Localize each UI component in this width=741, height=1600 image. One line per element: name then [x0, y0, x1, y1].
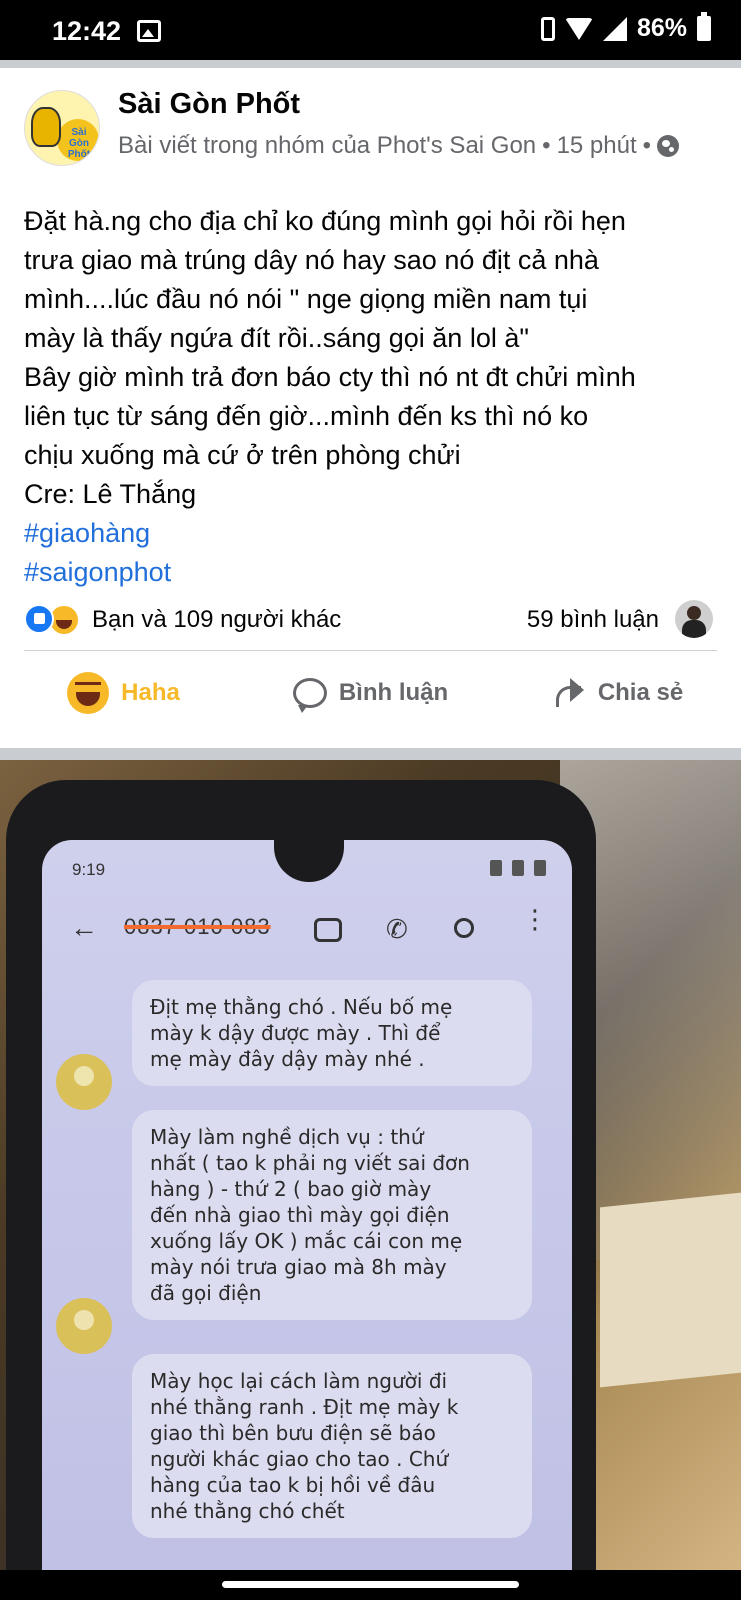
post-photo[interactable]: 9:19 ← 0837 010 083 ✆ ⋮ Địt mẹ thằng chó…	[0, 760, 741, 1570]
share-label: Chia sẻ	[597, 679, 684, 706]
share-icon	[552, 678, 586, 708]
like-reaction-icon	[24, 604, 54, 634]
post-line: Đặt hà.ng cho địa chỉ ko đúng mình gọi h…	[24, 206, 626, 236]
comment-label: Bình luận	[338, 679, 449, 706]
haha-button[interactable]: Haha	[0, 658, 247, 728]
post-line: Bây giờ mình trả đơn báo cty thì nó nt đ…	[24, 362, 636, 392]
message-bubble: Địt mẹ thằng chó . Nếu bố mẹ mày k dậy đ…	[132, 980, 532, 1086]
back-arrow-icon: ←	[70, 912, 98, 943]
phone-call-icon: ✆	[386, 914, 408, 944]
sender-avatar	[56, 1298, 112, 1354]
meta-separator: •	[542, 132, 551, 159]
reactions-summary[interactable]: Bạn và 109 người khác 59 bình luận	[24, 600, 717, 640]
haha-icon	[67, 672, 110, 714]
post-line: chịu xuống mà cứ ở trên phòng chửi	[24, 440, 461, 470]
post-line: mày là thấy ngứa đít rồi..sáng gọi ăn lo…	[24, 323, 529, 353]
hashtag-link[interactable]: #giaohàng	[24, 514, 724, 553]
globe-icon	[657, 135, 680, 157]
comment-button[interactable]: Bình luận	[247, 658, 494, 728]
comment-icon	[292, 678, 327, 713]
page-name[interactable]: Sài Gòn Phốt	[118, 88, 300, 121]
status-time: 12:42	[52, 16, 122, 46]
comment-count[interactable]: 59 bình luận	[527, 606, 659, 634]
sender-number: 0837 010 083	[124, 914, 271, 939]
photographed-phone: 9:19 ← 0837 010 083 ✆ ⋮ Địt mẹ thằng chó…	[6, 780, 596, 1570]
share-button[interactable]: Chia sẻ	[494, 658, 741, 728]
battery-percent: 86%	[636, 14, 687, 42]
signal-icon: x	[602, 0, 627, 41]
message-bubble: Mày làm nghề dịch vụ : thứ nhất ( tao k …	[132, 1110, 532, 1320]
post-card: Sài Gòn Phốt Sài Gòn Phốt Bài viết trong…	[0, 68, 741, 748]
sender-avatar	[56, 1054, 112, 1110]
meta-separator: •	[642, 132, 652, 159]
post-text: Đặt hà.ng cho địa chỉ ko đúng mình gọi h…	[24, 202, 724, 592]
search-icon	[454, 918, 474, 938]
gallery-icon	[137, 20, 161, 42]
battery-icon	[697, 12, 711, 41]
haha-label: Haha	[121, 679, 180, 706]
status-right: x 86%	[540, 0, 711, 43]
post-line: liên tục từ sáng đến giờ...mình đến ks t…	[24, 401, 589, 431]
divider	[24, 650, 717, 651]
system-nav-bar	[0, 1570, 741, 1600]
inner-status-time: 9:19	[72, 860, 106, 879]
post-line: trưa giao mà trúng dây nó hay sao nó địt…	[24, 245, 599, 275]
post-line: mình....lúc đầu nó nói " nge giọng miền …	[24, 284, 588, 314]
home-gesture-handle[interactable]	[222, 1581, 519, 1588]
phone-screen: 9:19 ← 0837 010 083 ✆ ⋮ Địt mẹ thằng chó…	[42, 840, 572, 1570]
hashtag-link[interactable]: #saigonphot	[24, 553, 724, 592]
photo-separator	[0, 748, 741, 760]
reaction-count[interactable]: Bạn và 109 người khác	[92, 606, 341, 634]
message-bubble: Mày học lại cách làm người đi nhé thằng …	[132, 1354, 532, 1538]
video-call-icon	[314, 918, 342, 942]
group-subtitle[interactable]: Bài viết trong nhóm của Phot's Sai Gon	[118, 132, 536, 160]
commenter-avatar[interactable]	[675, 600, 713, 638]
more-icon: ⋮	[522, 904, 548, 934]
feed-separator	[0, 60, 741, 68]
post-meta: Bài viết trong nhóm của Phot's Sai Gon •…	[118, 132, 680, 160]
phone-icon	[540, 16, 555, 41]
post-line: Cre: Lê Thắng	[24, 479, 197, 509]
page-avatar[interactable]: Sài Gòn Phốt	[24, 90, 100, 166]
status-bar: 12:42 x 86%	[0, 0, 741, 60]
post-time[interactable]: 15 phút	[557, 132, 637, 160]
wifi-icon	[564, 17, 593, 40]
action-bar: Haha Bình luận Chia sẻ	[0, 658, 741, 728]
